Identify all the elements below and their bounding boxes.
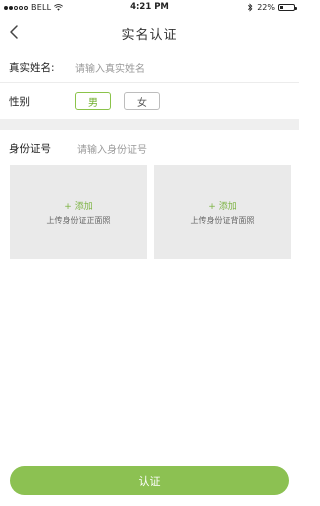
battery-icon — [278, 4, 297, 11]
add-photo-text: + 添加 — [64, 201, 93, 212]
real-name-input[interactable]: 请输入真实姓名 — [75, 60, 145, 75]
add-photo-text: + 添加 — [208, 201, 237, 212]
page-title: 实名认证 — [121, 28, 178, 43]
battery-level — [280, 6, 283, 9]
gender-label: 性别 — [9, 95, 30, 108]
status-right: 22% — [247, 3, 297, 12]
real-name-label: 真实姓名: — [9, 61, 55, 74]
upload-id-back[interactable]: + 添加 上传身份证背面照 — [154, 165, 291, 259]
battery-percent: 22% — [257, 3, 275, 12]
upload-back-label: 上传身份证背面照 — [190, 215, 255, 225]
id-number-row: 身份证号 请输入身份证号 — [0, 136, 299, 160]
upload-front-label: 上传身份证正面照 — [46, 215, 111, 225]
verify-button[interactable]: 认证 — [10, 466, 289, 495]
real-name-row: 真实姓名: 请输入真实姓名 — [0, 52, 299, 83]
gender-female-button[interactable]: 女 — [124, 92, 160, 110]
bluetooth-icon — [248, 3, 253, 12]
id-number-input[interactable]: 请输入身份证号 — [77, 141, 147, 156]
gender-row: 性别 男 女 — [0, 84, 299, 118]
gender-male-button[interactable]: 男 — [75, 92, 111, 110]
nav-bar: 实名认证 — [0, 16, 299, 48]
section-divider — [0, 119, 299, 130]
status-bar: BELL 4:21 PM 22% — [0, 0, 299, 16]
id-number-label: 身份证号 — [9, 142, 51, 155]
upload-id-front[interactable]: + 添加 上传身份证正面照 — [10, 165, 147, 259]
